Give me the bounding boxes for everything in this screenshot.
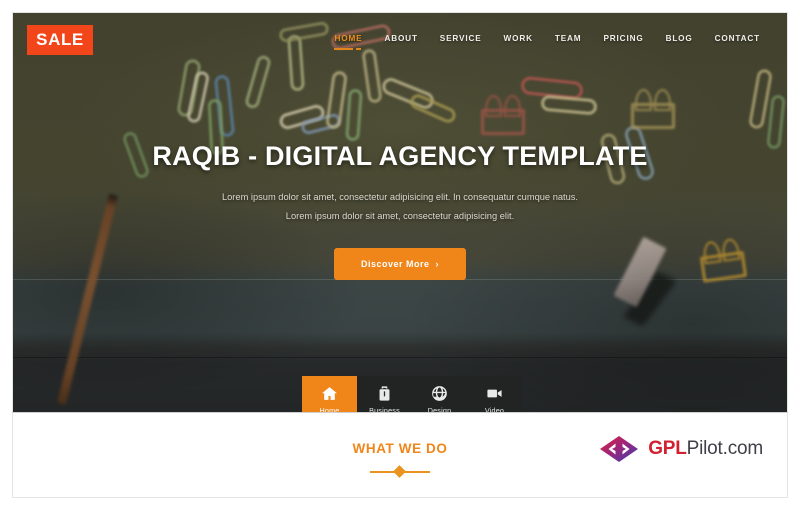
- hero-content: RAQIB - DIGITAL AGENCY TEMPLATE Lorem ip…: [13, 141, 787, 280]
- gplpilot-wordmark: GPLPilot.com: [648, 438, 763, 460]
- binder-clip-prop: [481, 95, 531, 137]
- briefcase-icon: [376, 385, 393, 402]
- globe-icon: [431, 385, 448, 402]
- chevron-right-icon: ›: [435, 259, 440, 269]
- tab-video-label: Video: [484, 406, 505, 412]
- nav-item-about[interactable]: ABOUT: [373, 28, 428, 49]
- nav-item-team[interactable]: TEAM: [544, 28, 593, 49]
- category-tab-bar: Home Business Design Video: [302, 376, 522, 412]
- hero-subtitle-line-1: Lorem ipsum dolor sit amet, consectetur …: [221, 192, 579, 202]
- sale-badge: SALE: [27, 25, 93, 55]
- nav-item-home[interactable]: HOME: [323, 28, 373, 50]
- tab-business[interactable]: Business: [357, 376, 412, 412]
- gplpilot-watermark: GPLPilot.com: [599, 435, 763, 463]
- nav-item-pricing[interactable]: PRICING: [592, 28, 654, 49]
- binder-clip-prop: [631, 89, 681, 131]
- hero-title: RAQIB - DIGITAL AGENCY TEMPLATE: [152, 141, 648, 171]
- divider-diamond-icon: [393, 464, 406, 478]
- top-navigation-bar: RAQIB HOME ABOUT SERVICE WORK TEAM PRICI…: [13, 13, 787, 63]
- tab-business-label: Business: [369, 406, 400, 412]
- nav-item-work[interactable]: WORK: [493, 28, 544, 49]
- gplpilot-diamond-logo-icon: [599, 435, 639, 463]
- preview-page: RAQIB HOME ABOUT SERVICE WORK TEAM PRICI…: [0, 0, 800, 508]
- video-camera-icon: [486, 385, 503, 402]
- home-icon: [321, 385, 338, 402]
- tab-design-label: Design: [427, 406, 452, 412]
- nav-item-service[interactable]: SERVICE: [429, 28, 493, 49]
- section-divider: [370, 464, 430, 478]
- desk-edge-shadow: [13, 357, 787, 358]
- tab-design[interactable]: Design: [412, 376, 467, 412]
- tab-home[interactable]: Home: [302, 376, 357, 412]
- tab-video[interactable]: Video: [467, 376, 522, 412]
- watermark-rest-text: Pilot.com: [686, 438, 764, 459]
- nav-item-contact[interactable]: CONTACT: [704, 28, 771, 49]
- what-we-do-section: WHAT WE DO GPLPilot.com: [12, 412, 788, 498]
- discover-more-button[interactable]: Discover More ›: [333, 248, 467, 280]
- hero-section: RAQIB HOME ABOUT SERVICE WORK TEAM PRICI…: [12, 12, 788, 412]
- tab-home-label: Home: [319, 406, 340, 412]
- discover-more-label: Discover More: [360, 259, 430, 269]
- nav-item-blog[interactable]: BLOG: [655, 28, 704, 49]
- watermark-accent-text: GPL: [648, 438, 687, 459]
- hero-subtitle: Lorem ipsum dolor sit amet, consectetur …: [13, 188, 787, 226]
- main-navigation: HOME ABOUT SERVICE WORK TEAM PRICING BLO…: [323, 28, 771, 50]
- hero-subtitle-line-2: Lorem ipsum dolor sit amet, consectetur …: [285, 211, 515, 221]
